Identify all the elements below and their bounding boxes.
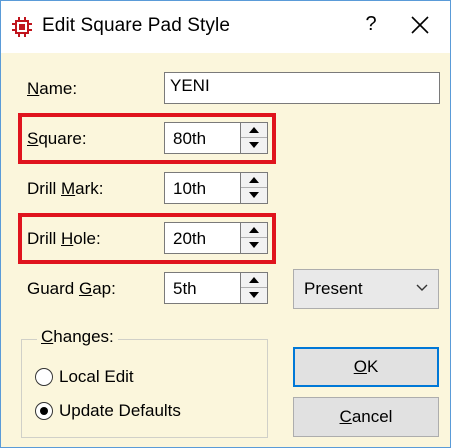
chip-icon xyxy=(12,17,32,37)
drill-hole-spinbox[interactable]: 20th xyxy=(164,222,268,254)
drill-hole-spin-buttons xyxy=(240,223,267,253)
edit-square-pad-style-dialog: Edit Square Pad Style ? Name: YENI Squar… xyxy=(0,0,451,448)
guard-gap-value[interactable]: 5th xyxy=(173,279,197,299)
drill-mark-label: Drill Mark: xyxy=(27,179,104,198)
arrow-down-icon xyxy=(249,242,259,248)
drill-mark-value[interactable]: 10th xyxy=(173,179,206,199)
drill-hole-spin-down-button[interactable] xyxy=(241,238,267,253)
square-spin-up-button[interactable] xyxy=(241,123,267,138)
changes-group-label: Changes: xyxy=(37,327,118,347)
window-title: Edit Square Pad Style xyxy=(42,15,230,36)
ok-button[interactable]: OK xyxy=(293,347,439,387)
cancel-button[interactable]: Cancel xyxy=(293,397,439,437)
update-defaults-label[interactable]: Update Defaults xyxy=(59,401,181,421)
square-spin-buttons xyxy=(240,123,267,153)
name-label: Name: xyxy=(27,79,78,98)
arrow-up-icon xyxy=(249,127,259,133)
guard-gap-label: Guard Gap: xyxy=(27,279,116,298)
drill-mark-spin-buttons xyxy=(240,173,267,203)
drill-hole-label: Drill Hole: xyxy=(27,229,101,248)
drill-mark-spinbox[interactable]: 10th xyxy=(164,172,268,204)
local-edit-label[interactable]: Local Edit xyxy=(59,367,134,387)
name-input[interactable]: YENI xyxy=(164,72,440,104)
square-label: Square: xyxy=(27,129,87,148)
help-button[interactable]: ? xyxy=(360,13,382,39)
drill-mark-spin-down-button[interactable] xyxy=(241,188,267,203)
square-value[interactable]: 80th xyxy=(173,129,206,149)
update-defaults-radio[interactable] xyxy=(35,402,53,420)
close-icon[interactable] xyxy=(406,11,434,39)
drill-hole-value[interactable]: 20th xyxy=(173,229,206,249)
title-bar[interactable]: Edit Square Pad Style ? xyxy=(1,1,450,53)
square-spinbox[interactable]: 80th xyxy=(164,122,268,154)
drill-hole-spin-up-button[interactable] xyxy=(241,223,267,238)
guard-mode-dropdown[interactable]: Present xyxy=(293,269,439,309)
arrow-up-icon xyxy=(249,177,259,183)
guard-gap-spinbox[interactable]: 5th xyxy=(164,272,268,304)
arrow-up-icon xyxy=(249,277,259,283)
drill-mark-spin-up-button[interactable] xyxy=(241,173,267,188)
arrow-up-icon xyxy=(249,227,259,233)
guard-gap-spin-up-button[interactable] xyxy=(241,273,267,288)
radio-selected-dot xyxy=(40,407,48,415)
guard-mode-selected-value: Present xyxy=(304,279,363,298)
local-edit-radio[interactable] xyxy=(35,368,53,386)
guard-gap-spin-down-button[interactable] xyxy=(241,288,267,303)
guard-gap-spin-buttons xyxy=(240,273,267,303)
arrow-down-icon xyxy=(249,142,259,148)
arrow-down-icon xyxy=(249,292,259,298)
square-spin-down-button[interactable] xyxy=(241,138,267,153)
arrow-down-icon xyxy=(249,192,259,198)
chevron-down-icon xyxy=(416,284,428,291)
changes-groupbox xyxy=(21,339,268,438)
